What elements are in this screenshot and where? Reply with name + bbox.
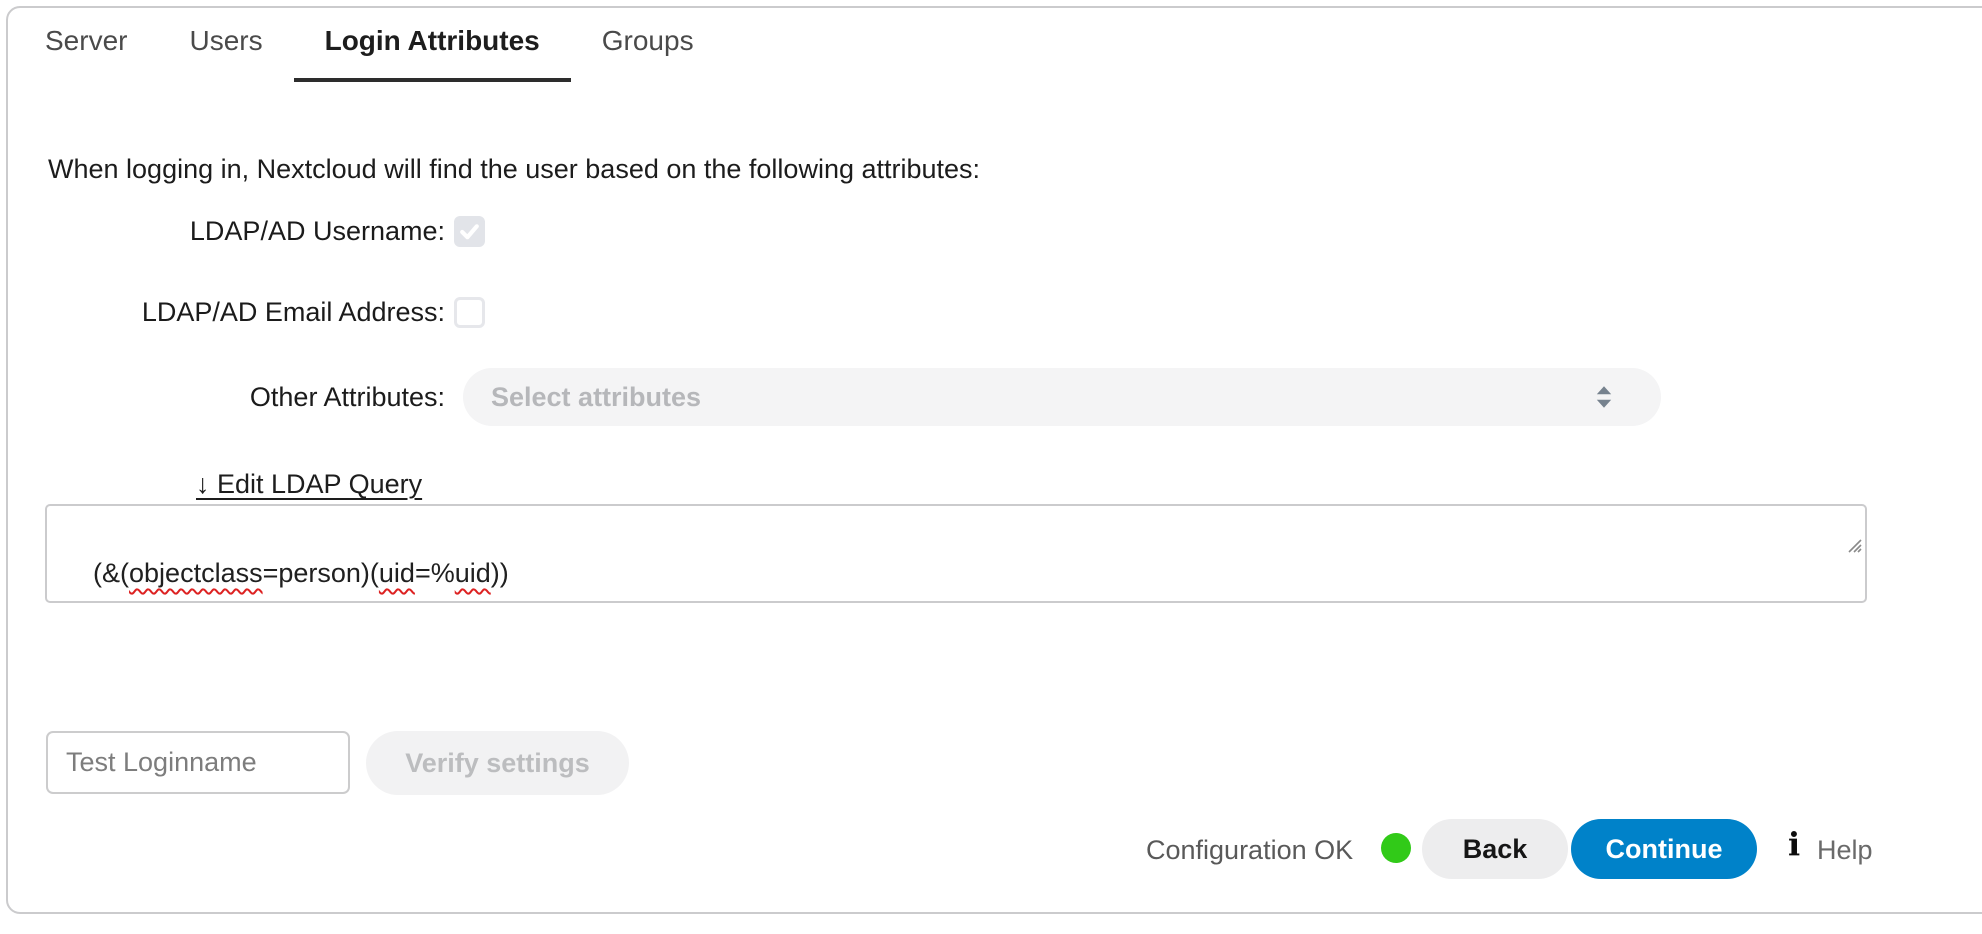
tab-groups[interactable]: Groups [571, 24, 725, 82]
help-link[interactable]: Help [1817, 833, 1873, 867]
ldap-email-checkbox[interactable] [454, 297, 485, 328]
query-word-misspelled: uid [379, 558, 415, 588]
verify-settings-button: Verify settings [366, 731, 629, 795]
status-ok-indicator [1381, 833, 1411, 863]
tab-users[interactable]: Users [158, 24, 293, 82]
configuration-status-text: Configuration OK [1146, 834, 1353, 866]
tab-server[interactable]: Server [14, 24, 158, 82]
wizard-tabs: Server Users Login Attributes Groups [14, 24, 725, 82]
updown-arrows-icon [1595, 385, 1613, 414]
other-attributes-label: Other Attributes: [0, 381, 445, 413]
ldap-email-label: LDAP/AD Email Address: [0, 296, 445, 328]
info-icon[interactable]: i [1788, 826, 1800, 862]
back-button[interactable]: Back [1422, 819, 1568, 879]
select-placeholder: Select attributes [491, 368, 701, 426]
query-segment: )) [491, 558, 509, 588]
query-segment: =% [415, 558, 455, 588]
edit-ldap-query-link[interactable]: ↓ Edit LDAP Query [196, 467, 422, 501]
test-loginname-input[interactable] [46, 731, 350, 794]
query-segment: =person)( [263, 558, 379, 588]
intro-text: When logging in, Nextcloud will find the… [48, 152, 980, 186]
query-segment: (&( [93, 558, 129, 588]
other-attributes-select[interactable]: Select attributes [463, 368, 1661, 426]
ldap-query-text: (&(objectclass=person)(uid=%uid)) [93, 558, 509, 588]
ldap-wizard-window: Server Users Login Attributes Groups Whe… [0, 0, 1982, 934]
tab-login-attributes[interactable]: Login Attributes [294, 24, 571, 82]
query-word-misspelled: uid [455, 558, 491, 588]
resize-handle-icon[interactable] [1799, 504, 1862, 598]
query-word-misspelled: objectclass [129, 558, 263, 588]
ldap-username-checkbox [454, 216, 485, 247]
ldap-query-textarea[interactable]: (&(objectclass=person)(uid=%uid)) [45, 504, 1867, 603]
continue-button[interactable]: Continue [1571, 819, 1757, 879]
ldap-username-label: LDAP/AD Username: [0, 215, 445, 247]
